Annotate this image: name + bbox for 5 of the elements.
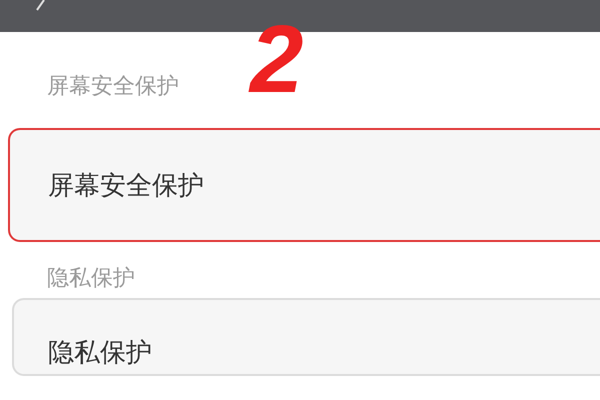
- section-header: 屏幕安全保护: [47, 74, 179, 99]
- settings-item[interactable]: 屏幕安全保护: [8, 128, 600, 242]
- settings-item[interactable]: 隐私保护: [12, 298, 600, 376]
- annotation-number: 2: [250, 12, 304, 108]
- section-header: 隐私保护: [47, 266, 135, 291]
